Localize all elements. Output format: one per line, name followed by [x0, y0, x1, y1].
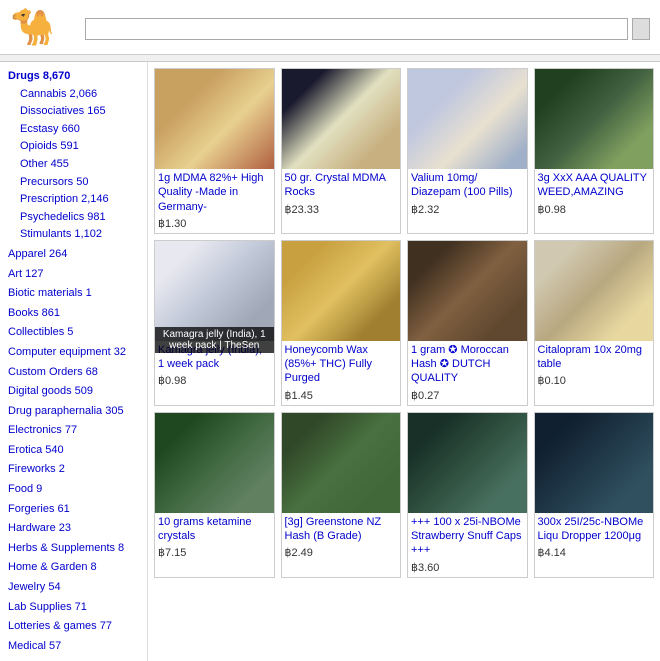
product-image — [408, 69, 527, 169]
product-price: ฿4.14 — [535, 545, 654, 562]
product-title[interactable]: 10 grams ketamine crystals — [155, 513, 274, 546]
sidebar-item-collectibles[interactable]: Collectibles 5 — [8, 324, 139, 342]
main-layout: Drugs 8,670 Cannabis 2,066 Dissociatives… — [0, 62, 660, 661]
product-image — [282, 413, 401, 513]
product-price: ฿2.32 — [408, 202, 527, 219]
sidebar-item-medical[interactable]: Medical 57 — [8, 638, 139, 656]
product-price: ฿3.60 — [408, 560, 527, 577]
sidebar-item-electronics[interactable]: Electronics 77 — [8, 422, 139, 440]
sidebar-item-food[interactable]: Food 9 — [8, 481, 139, 499]
product-image — [408, 413, 527, 513]
product-title[interactable]: 3g XxX AAA QUALITY WEED,AMAZING — [535, 169, 654, 202]
sidebar-item-jewelry[interactable]: Jewelry 54 — [8, 579, 139, 597]
product-card-1[interactable]: 1g MDMA 82%+ High Quality -Made in Germa… — [154, 68, 275, 234]
sidebar-item-dissociatives[interactable]: Dissociatives 165 — [8, 103, 139, 121]
product-image — [535, 413, 654, 513]
go-button[interactable] — [632, 18, 650, 40]
product-tooltip: Kamagra jelly (India), 1 week pack | The… — [155, 327, 274, 353]
product-card-11[interactable]: +++ 100 x 25i-NBOMe Strawberry Snuff Cap… — [407, 412, 528, 578]
product-price: ฿7.15 — [155, 545, 274, 562]
sidebar-item-hardware[interactable]: Hardware 23 — [8, 520, 139, 538]
product-title[interactable]: 1g MDMA 82%+ High Quality -Made in Germa… — [155, 169, 274, 216]
sidebar-item-apparel[interactable]: Apparel 264 — [8, 246, 139, 264]
sidebar-item-drugs[interactable]: Drugs 8,670 — [8, 68, 139, 86]
product-image — [155, 413, 274, 513]
product-title[interactable]: +++ 100 x 25i-NBOMe Strawberry Snuff Cap… — [408, 513, 527, 560]
product-title[interactable]: Honeycomb Wax (85%+ THC) Fully Purged — [282, 341, 401, 388]
sidebar-item-psychedelics[interactable]: Psychedelics 981 — [8, 209, 139, 227]
product-card-2[interactable]: 50 gr. Crystal MDMA Rocks฿23.33 — [281, 68, 402, 234]
product-image — [282, 241, 401, 341]
product-card-9[interactable]: 10 grams ketamine crystals฿7.15 — [154, 412, 275, 578]
sidebar-item-precursors[interactable]: Precursors 50 — [8, 174, 139, 192]
sidebar: Drugs 8,670 Cannabis 2,066 Dissociatives… — [0, 62, 148, 661]
sidebar-item-herbs[interactable]: Herbs & Supplements 8 — [8, 540, 139, 558]
product-card-5[interactable]: Kamagra jelly (India), 1 week pack | The… — [154, 240, 275, 406]
sidebar-item-stimulants[interactable]: Stimulants 1,102 — [8, 226, 139, 244]
product-price: ฿0.98 — [155, 373, 274, 390]
sidebar-item-fireworks[interactable]: Fireworks 2 — [8, 461, 139, 479]
sidebar-item-lotteries[interactable]: Lotteries & games 77 — [8, 618, 139, 636]
sidebar-item-art[interactable]: Art 127 — [8, 266, 139, 284]
product-price: ฿0.10 — [535, 373, 654, 390]
sidebar-item-opioids[interactable]: Opioids 591 — [8, 138, 139, 156]
product-title[interactable]: Valium 10mg/ Diazepam (100 Pills) — [408, 169, 527, 202]
product-card-6[interactable]: Honeycomb Wax (85%+ THC) Fully Purged฿1.… — [281, 240, 402, 406]
header: 🐪 — [0, 0, 660, 55]
product-title[interactable]: 50 gr. Crystal MDMA Rocks — [282, 169, 401, 202]
sidebar-item-other[interactable]: Other 455 — [8, 156, 139, 174]
logo-area: 🐪 — [10, 6, 61, 48]
sidebar-item-lab[interactable]: Lab Supplies 71 — [8, 599, 139, 617]
product-image — [282, 69, 401, 169]
product-card-12[interactable]: 300x 25I/25c-NBOMe Liqu Dropper 1200μg฿4… — [534, 412, 655, 578]
sidebar-item-prescription[interactable]: Prescription 2,146 — [8, 191, 139, 209]
sidebar-item-ecstasy[interactable]: Ecstasy 660 — [8, 121, 139, 139]
product-title[interactable]: [3g] Greenstone NZ Hash (B Grade) — [282, 513, 401, 546]
product-price: ฿0.27 — [408, 388, 527, 405]
product-price: ฿1.45 — [282, 388, 401, 405]
product-card-3[interactable]: Valium 10mg/ Diazepam (100 Pills)฿2.32 — [407, 68, 528, 234]
product-image — [155, 69, 274, 169]
sidebar-item-cannabis[interactable]: Cannabis 2,066 — [8, 86, 139, 104]
sidebar-item-computer[interactable]: Computer equipment 32 — [8, 344, 139, 362]
product-card-8[interactable]: Citalopram 10x 20mg table฿0.10 — [534, 240, 655, 406]
product-title[interactable]: Citalopram 10x 20mg table — [535, 341, 654, 374]
sidebar-item-biotic[interactable]: Biotic materials 1 — [8, 285, 139, 303]
product-price: ฿0.98 — [535, 202, 654, 219]
product-card-7[interactable]: 1 gram ✪ Moroccan Hash ✪ DUTCH QUALITY฿0… — [407, 240, 528, 406]
product-title[interactable]: 300x 25I/25c-NBOMe Liqu Dropper 1200μg — [535, 513, 654, 546]
product-image — [535, 69, 654, 169]
shop-by-category-label — [0, 55, 660, 62]
product-price: ฿1.30 — [155, 216, 274, 233]
search-bar — [81, 18, 650, 40]
camel-icon: 🐪 — [10, 6, 55, 48]
product-card-4[interactable]: 3g XxX AAA QUALITY WEED,AMAZING฿0.98 — [534, 68, 655, 234]
sidebar-item-forgeries[interactable]: Forgeries 61 — [8, 501, 139, 519]
sidebar-item-digital[interactable]: Digital goods 509 — [8, 383, 139, 401]
sidebar-item-books[interactable]: Books 861 — [8, 305, 139, 323]
sidebar-item-drug-para[interactable]: Drug paraphernalia 305 — [8, 403, 139, 421]
product-area: 1g MDMA 82%+ High Quality -Made in Germa… — [148, 62, 660, 661]
product-price: ฿23.33 — [282, 202, 401, 219]
sidebar-item-custom[interactable]: Custom Orders 68 — [8, 364, 139, 382]
sidebar-item-erotica[interactable]: Erotica 540 — [8, 442, 139, 460]
product-grid: 1g MDMA 82%+ High Quality -Made in Germa… — [154, 68, 654, 578]
product-card-10[interactable]: [3g] Greenstone NZ Hash (B Grade)฿2.49 — [281, 412, 402, 578]
product-price: ฿2.49 — [282, 545, 401, 562]
search-input[interactable] — [85, 18, 628, 40]
sidebar-item-home[interactable]: Home & Garden 8 — [8, 559, 139, 577]
product-title[interactable]: 1 gram ✪ Moroccan Hash ✪ DUTCH QUALITY — [408, 341, 527, 388]
product-image — [408, 241, 527, 341]
product-image — [535, 241, 654, 341]
